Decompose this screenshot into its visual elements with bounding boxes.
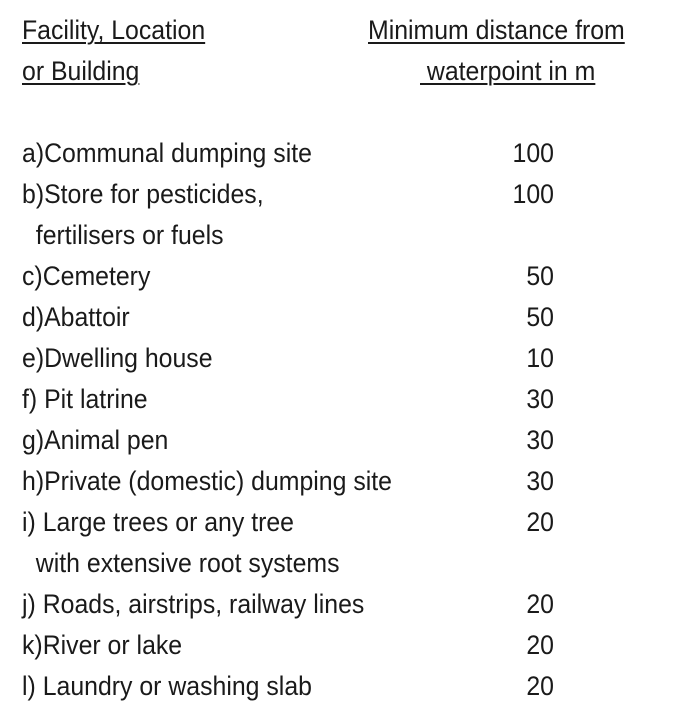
row-label: d)Abattoir [22, 302, 130, 332]
row-distance-value: 20 [526, 671, 554, 701]
row-label: with extensive root systems [22, 548, 340, 578]
row-distance-value: 50 [526, 261, 554, 291]
row-distance-value: 100 [512, 179, 554, 209]
row-distance-value: 10 [526, 343, 554, 373]
row-distance-value: 30 [526, 466, 554, 496]
row-label: f) Pit latrine [22, 384, 148, 414]
row-label: fertilisers or fuels [22, 220, 224, 250]
row-label: a)Communal dumping site [22, 138, 312, 168]
row-label: k)River or lake [22, 630, 183, 660]
header-distance-line1: Minimum distance from [368, 15, 625, 45]
row-label: j) Roads, airstrips, railway lines [22, 589, 365, 619]
row-distance-value: 30 [526, 425, 554, 455]
header-distance-line2: waterpoint in m [420, 56, 596, 86]
row-label: e)Dwelling house [22, 343, 213, 373]
row-label: l) Laundry or washing slab [22, 671, 312, 701]
row-label: b)Store for pesticides, [22, 179, 264, 209]
row-distance-value: 50 [526, 302, 554, 332]
row-distance-value: 20 [526, 630, 554, 660]
row-label: h)Private (domestic) dumping site [22, 466, 392, 496]
row-distance-value: 100 [512, 138, 554, 168]
row-label: i) Large trees or any tree [22, 507, 295, 537]
row-label: g)Animal pen [22, 425, 169, 455]
header-facility-line2: or Building [22, 56, 140, 86]
row-distance-value: 20 [526, 507, 554, 537]
row-distance-value: 30 [526, 384, 554, 414]
row-distance-value: 20 [526, 589, 554, 619]
header-facility-line1: Facility, Location [22, 15, 206, 45]
row-label: c)Cemetery [22, 261, 151, 291]
